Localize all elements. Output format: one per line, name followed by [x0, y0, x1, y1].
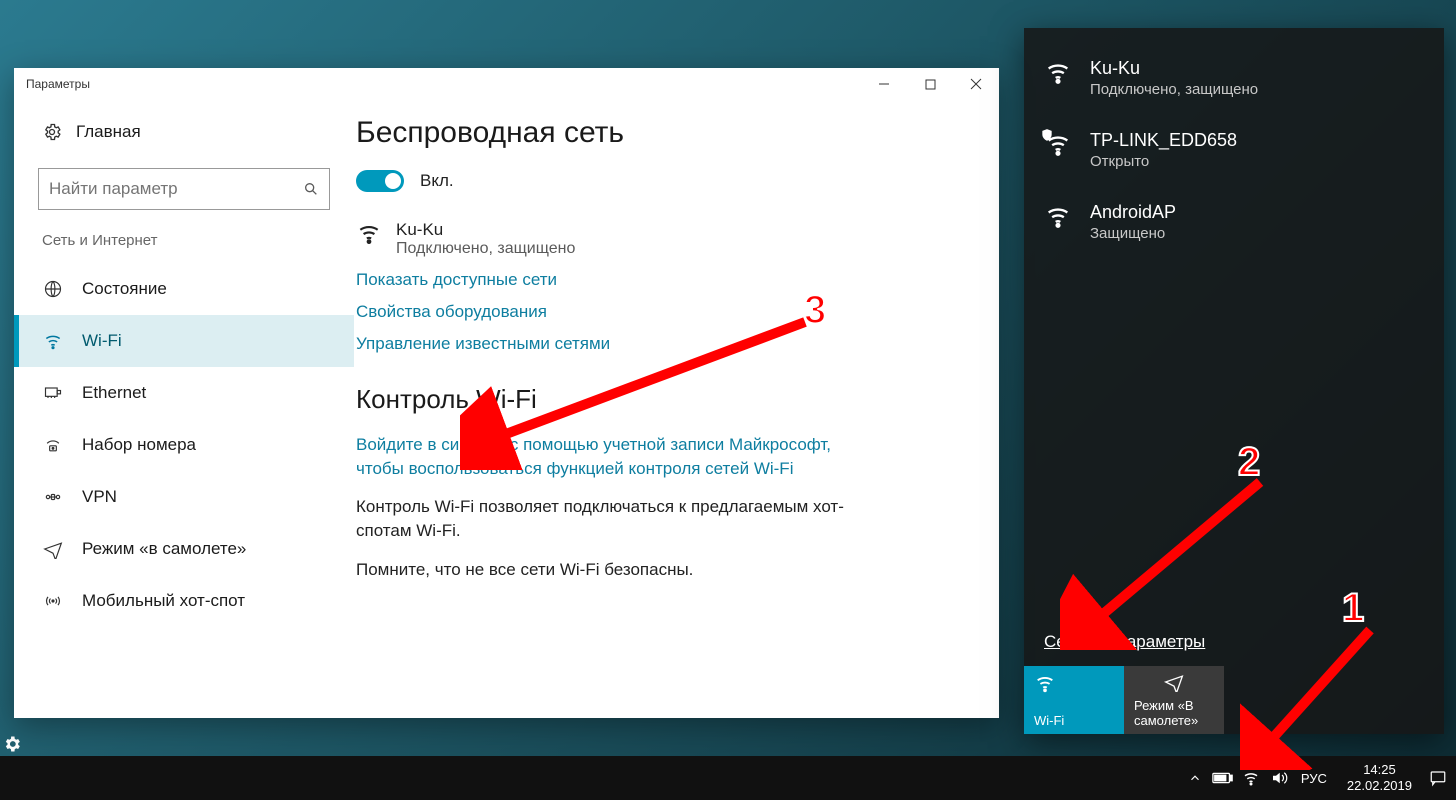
sidebar-item-label: Wi-Fi — [82, 331, 122, 351]
flyout-net-sub: Защищено — [1090, 225, 1176, 242]
gear-icon — [42, 122, 62, 142]
hotspot-icon — [42, 590, 64, 612]
settings-window: Параметры Главная Сеть и Интернет — [14, 68, 999, 718]
settings-main: Беспроводная сеть Вкл. Ku-Ku Подключено,… — [354, 100, 999, 718]
sidebar-item-ethernet[interactable]: Ethernet — [14, 367, 354, 419]
flyout-tile-wifi[interactable]: Wi-Fi — [1024, 666, 1124, 734]
wifi-icon — [1044, 202, 1072, 230]
tray-chevron-up-icon[interactable] — [1183, 766, 1207, 790]
wifi-open-shield-icon — [1044, 130, 1072, 158]
search-field-wrap[interactable] — [38, 168, 330, 210]
page-title: Беспроводная сеть — [356, 116, 969, 150]
annotation-number-1: 1 — [1342, 586, 1364, 631]
sidebar-item-label: Состояние — [82, 279, 167, 299]
flyout-net-name: AndroidAP — [1090, 202, 1176, 223]
tray-clock[interactable]: 14:25 22.02.2019 — [1337, 762, 1422, 795]
link-signin-msaccount[interactable]: Войдите в систему с помощью учетной запи… — [356, 433, 876, 481]
settings-sidebar: Главная Сеть и Интернет Состояние Wi — [14, 100, 354, 718]
window-titlebar: Параметры — [14, 68, 999, 100]
sidebar-item-label: VPN — [82, 487, 117, 507]
flyout-network-settings-link[interactable]: Сетевые параметры — [1024, 632, 1444, 666]
start-settings-gear[interactable] — [0, 732, 24, 756]
vpn-icon — [42, 486, 64, 508]
sidebar-item-hotspot[interactable]: Мобильный хот-спот — [14, 575, 354, 627]
wifi-icon — [356, 220, 380, 244]
tray-action-center-icon[interactable] — [1426, 766, 1450, 790]
globe-icon — [42, 278, 64, 300]
flyout-net-name: TP-LINK_EDD658 — [1090, 130, 1237, 151]
sidebar-home-label: Главная — [76, 122, 141, 142]
wifi-toggle-label: Вкл. — [420, 171, 454, 191]
flyout-net-sub: Подключено, защищено — [1090, 81, 1258, 98]
tray-time: 14:25 — [1347, 762, 1412, 778]
tray-date: 22.02.2019 — [1347, 778, 1412, 794]
maximize-button[interactable] — [907, 68, 953, 100]
flyout-net-sub: Открыто — [1090, 153, 1237, 170]
flyout-net-name: Ku-Ku — [1090, 58, 1258, 79]
close-button[interactable] — [953, 68, 999, 100]
sidebar-item-wifi[interactable]: Wi-Fi — [14, 315, 354, 367]
search-input[interactable] — [49, 179, 303, 199]
current-network-sub: Подключено, защищено — [396, 240, 575, 258]
sidebar-item-airplane[interactable]: Режим «в самолете» — [14, 523, 354, 575]
link-hardware-props[interactable]: Свойства оборудования — [356, 302, 969, 322]
window-title: Параметры — [26, 77, 90, 91]
airplane-icon — [42, 538, 64, 560]
flyout-tile-label: Wi-Fi — [1034, 713, 1114, 728]
flyout-network-item[interactable]: TP-LINK_EDD658 Открыто — [1024, 114, 1444, 186]
link-manage-known-networks[interactable]: Управление известными сетями — [356, 334, 969, 354]
flyout-network-item[interactable]: AndroidAP Защищено — [1024, 186, 1444, 258]
tray-battery-icon[interactable] — [1211, 766, 1235, 790]
tray-wifi-icon[interactable] — [1239, 766, 1263, 790]
taskbar: РУС 14:25 22.02.2019 — [0, 756, 1456, 800]
sidebar-item-dialup[interactable]: Набор номера — [14, 419, 354, 471]
wifi-sense-para1: Контроль Wi-Fi позволяет подключаться к … — [356, 495, 856, 544]
sidebar-item-label: Ethernet — [82, 383, 146, 403]
flyout-tile-label: Режим «В самолете» — [1134, 698, 1214, 728]
tray-language[interactable]: РУС — [1295, 771, 1333, 786]
sidebar-item-status[interactable]: Состояние — [14, 263, 354, 315]
wifi-icon — [1034, 672, 1114, 694]
current-network[interactable]: Ku-Ku Подключено, защищено — [356, 220, 969, 258]
sidebar-home[interactable]: Главная — [14, 110, 354, 154]
section-title-wifi-sense: Контроль Wi-Fi — [356, 384, 969, 415]
wifi-icon — [42, 330, 64, 352]
wifi-icon — [1044, 58, 1072, 86]
flyout-network-item[interactable]: Ku-Ku Подключено, защищено — [1024, 42, 1444, 114]
sidebar-item-label: Режим «в самолете» — [82, 539, 246, 559]
flyout-tile-airplane[interactable]: Режим «В самолете» — [1124, 666, 1224, 734]
sidebar-item-vpn[interactable]: VPN — [14, 471, 354, 523]
network-flyout: Ku-Ku Подключено, защищено TP-LINK_EDD65… — [1024, 28, 1444, 734]
airplane-icon — [1134, 672, 1214, 694]
wifi-sense-para2: Помните, что не все сети Wi-Fi безопасны… — [356, 558, 856, 583]
ethernet-icon — [42, 382, 64, 404]
current-network-name: Ku-Ku — [396, 220, 575, 240]
link-show-networks[interactable]: Показать доступные сети — [356, 270, 969, 290]
sidebar-item-label: Мобильный хот-спот — [82, 591, 245, 611]
annotation-number-3: 3 — [804, 288, 826, 333]
tray-volume-icon[interactable] — [1267, 766, 1291, 790]
sidebar-group-label: Сеть и Интернет — [14, 232, 354, 263]
sidebar-item-label: Набор номера — [82, 435, 196, 455]
search-icon — [303, 181, 319, 197]
annotation-number-2: 2 — [1238, 440, 1260, 485]
dialup-icon — [42, 434, 64, 456]
minimize-button[interactable] — [861, 68, 907, 100]
wifi-toggle[interactable] — [356, 170, 404, 192]
